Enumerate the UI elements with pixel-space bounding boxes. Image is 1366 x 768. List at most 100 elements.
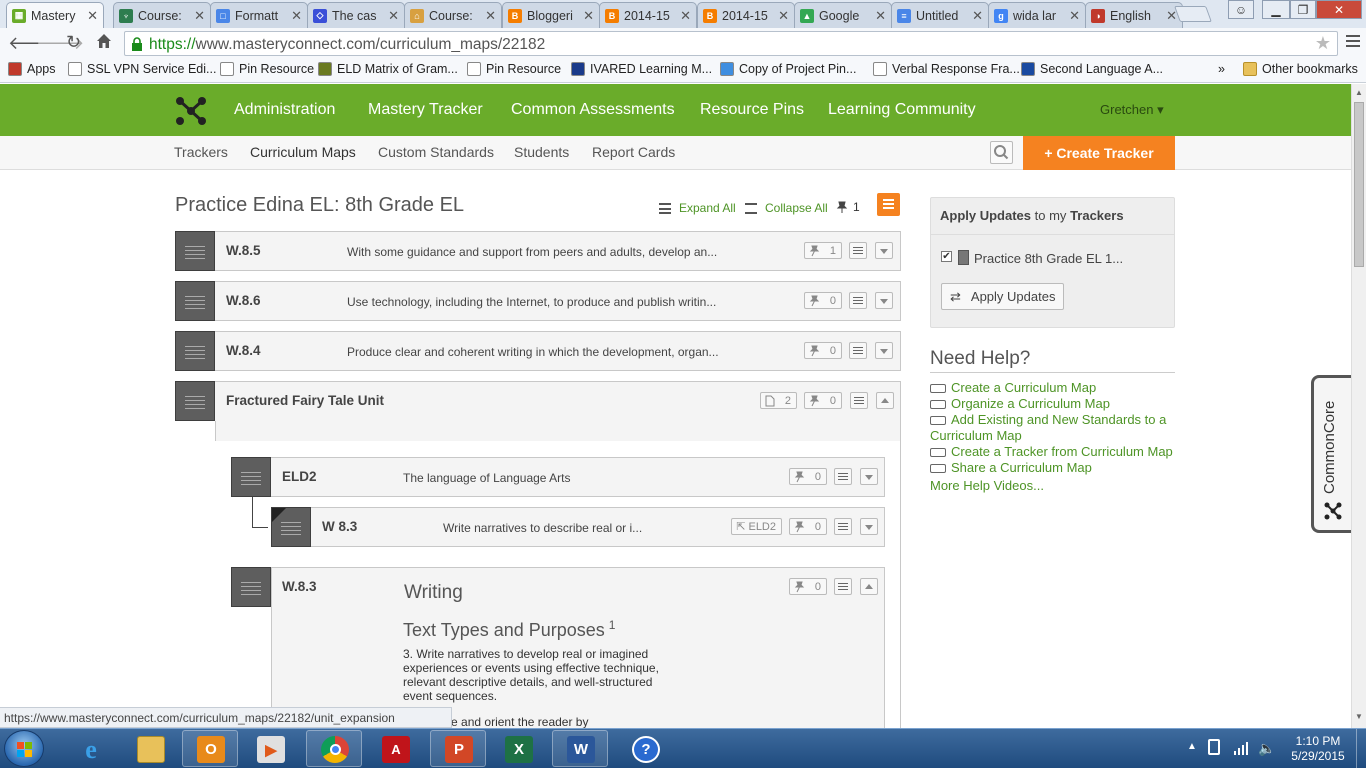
maximize-button[interactable]: ❐ [1290,0,1316,19]
taskbar-ie[interactable]: e [62,730,118,767]
show-desktop-button[interactable] [1356,729,1366,768]
tab-close-icon[interactable]: ✕ [291,8,302,24]
unit-pins-button[interactable]: 0 [804,392,842,409]
browser-tab[interactable]: ▦ Mastery ✕ [6,2,104,28]
menu-icon[interactable] [1346,35,1360,47]
tab-close-icon[interactable]: ✕ [875,8,886,24]
standard-pins-button[interactable]: 0 [804,292,842,309]
drag-handle[interactable] [175,231,215,271]
tracker-checkbox[interactable]: ✔ [941,251,952,262]
w83-link-expand-icon[interactable] [860,518,878,535]
bookmark-item[interactable]: Verbal Response Fra... [873,62,1020,76]
eld2-drag-handle[interactable] [231,457,271,497]
taskbar-acrobat[interactable]: A [367,730,423,767]
expand-all-button[interactable]: Expand All [659,201,736,215]
standard-menu-icon[interactable] [849,242,867,259]
taskbar-excel[interactable]: X [490,730,546,767]
masteryconnect-logo[interactable] [175,96,207,126]
network-icon[interactable] [1233,741,1249,755]
home-icon[interactable] [95,32,113,50]
drag-handle[interactable] [175,331,215,371]
volume-icon[interactable]: 🔈 [1258,740,1275,757]
map-menu-button[interactable] [877,193,900,216]
more-help-videos[interactable]: More Help Videos... [930,478,1044,493]
standard-expand-icon[interactable] [875,242,893,259]
w83-link-pins-button[interactable]: 0 [789,518,827,535]
browser-tab[interactable]: ♆ Course: ✕ [113,2,211,28]
help-link-organize-map[interactable]: Organize a Curriculum Map [930,396,1110,411]
browser-tab[interactable]: □ Formatt ✕ [210,2,308,28]
standard-expand-icon[interactable] [875,292,893,309]
unit-menu-icon[interactable] [850,392,868,409]
address-bar[interactable]: https://www.masteryconnect.com/curriculu… [124,31,1338,56]
taskbar-help[interactable]: ? [617,730,673,767]
create-tracker-button[interactable]: + Create Tracker [1023,136,1175,170]
other-bookmarks[interactable]: Other bookmarks [1243,62,1358,76]
browser-tab[interactable]: g wida lar ✕ [988,2,1086,28]
w83-expanded-pins-button[interactable]: 0 [789,578,827,595]
page-scrollbar[interactable]: ▲ ▼ [1351,84,1366,728]
search-icon[interactable] [990,141,1013,164]
browser-tab[interactable]: B Bloggeri ✕ [502,2,600,28]
eld2-pins-button[interactable]: 0 [789,468,827,485]
browser-tab[interactable]: ≡ Untitled ✕ [891,2,989,28]
reload-icon[interactable]: ↻ [66,32,81,53]
help-link-create-tracker[interactable]: Create a Tracker from Curriculum Map [930,444,1173,459]
standard-menu-icon[interactable] [849,292,867,309]
subnav-curriculum-maps[interactable]: Curriculum Maps [250,144,356,160]
bookmark-item[interactable]: Apps [8,62,56,76]
help-link-add-standards[interactable]: Add Existing and New Standards to a Curr… [930,412,1175,444]
nav-mastery-tracker[interactable]: Mastery Tracker [368,101,483,119]
help-link-create-map[interactable]: Create a Curriculum Map [930,380,1096,395]
standard-menu-icon[interactable] [849,342,867,359]
apply-updates-button[interactable]: ⇄ Apply Updates [941,283,1064,310]
bookmarks-overflow[interactable]: » [1218,62,1225,76]
browser-tab[interactable]: ◇ The cas ✕ [307,2,405,28]
subnav-custom-standards[interactable]: Custom Standards [378,144,494,160]
browser-tab[interactable]: B 2014-15 ✕ [599,2,697,28]
nav-common-assessments[interactable]: Common Assessments [511,101,675,119]
tab-close-icon[interactable]: ✕ [583,8,594,24]
bookmark-item[interactable]: Pin Resource [220,62,314,76]
nav-learning-community[interactable]: Learning Community [828,101,976,119]
unit-docs-button[interactable]: 2 [760,392,797,409]
tab-close-icon[interactable]: ✕ [778,8,789,24]
tray-device-icon[interactable] [1208,739,1220,755]
w83-expanded-collapse-icon[interactable] [860,578,878,595]
bookmark-item[interactable]: Pin Resource [467,62,561,76]
w83-link-menu-icon[interactable] [834,518,852,535]
bookmark-item[interactable]: Copy of Project Pin... [720,62,856,76]
close-window-button[interactable]: ✕ [1316,0,1362,19]
browser-tab[interactable]: ◑ English ✕ [1085,2,1183,28]
tab-close-icon[interactable]: ✕ [972,8,983,24]
unit-collapse-icon[interactable] [876,392,894,409]
bookmark-item[interactable]: IVARED Learning M... [571,62,712,76]
tab-close-icon[interactable]: ✕ [194,8,205,24]
tray-clock[interactable]: 1:10 PM 5/29/2015 [1286,734,1350,764]
taskbar-powerpoint[interactable]: P [430,730,486,767]
star-icon[interactable]: ★ [1315,33,1331,54]
user-menu[interactable]: Gretchen ▾ [1100,102,1164,118]
w83-linked-from-eld2[interactable]: ⇱ ELD2 [731,518,782,535]
subnav-report-cards[interactable]: Report Cards [592,144,675,160]
w83-link-drag-handle[interactable] [271,507,311,547]
standard-pins-button[interactable]: 1 [804,242,842,259]
w83-expanded-menu-icon[interactable] [834,578,852,595]
bookmark-item[interactable]: Second Language A... [1021,62,1163,76]
collapse-all-button[interactable]: Collapse All [745,201,828,215]
nav-administration[interactable]: Administration [234,101,335,119]
minimize-button[interactable]: ▁ [1262,0,1290,19]
taskbar-media[interactable]: ▶ [242,730,298,767]
taskbar-chrome[interactable] [306,730,362,767]
tab-close-icon[interactable]: ✕ [1069,8,1080,24]
browser-tab[interactable]: ▲ Google ✕ [794,2,892,28]
tab-close-icon[interactable]: ✕ [87,8,98,24]
eld2-expand-icon[interactable] [860,468,878,485]
bookmark-item[interactable]: ELD Matrix of Gram... [318,62,458,76]
tab-close-icon[interactable]: ✕ [388,8,399,24]
commoncore-tab[interactable]: CommonCore [1311,375,1351,533]
subnav-trackers[interactable]: Trackers [174,144,228,160]
standard-pins-button[interactable]: 0 [804,342,842,359]
subnav-students[interactable]: Students [514,144,569,160]
nav-resource-pins[interactable]: Resource Pins [700,101,804,119]
